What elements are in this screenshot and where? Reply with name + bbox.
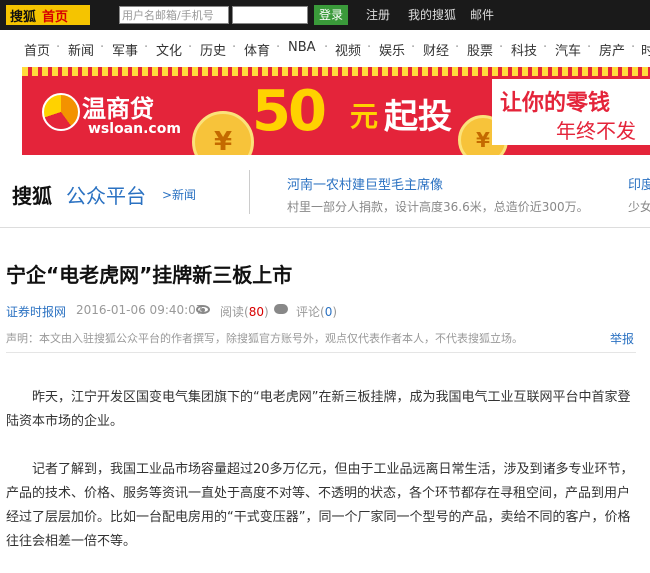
platform-brand[interactable]: 搜狐 xyxy=(12,180,52,209)
channel-item[interactable]: 视频 xyxy=(335,40,361,59)
banner-slogan-2: 年终不发 xyxy=(556,119,636,143)
comment-number: 0 xyxy=(324,305,333,319)
nav-separator: · xyxy=(232,40,237,55)
channel-item[interactable]: 股票 xyxy=(467,40,493,59)
channel-item[interactable]: 汽车 xyxy=(555,40,581,59)
channel-item[interactable]: 科技 xyxy=(511,40,537,59)
banner-unit: 元 xyxy=(350,100,379,133)
comment-icon xyxy=(274,304,288,314)
sohu-home-logo[interactable]: 搜狐 首页 xyxy=(6,5,90,25)
headline-link[interactable]: 河南一农村建巨型毛主席像 xyxy=(287,174,443,193)
ad-banner[interactable]: 温商贷 wsloan.com ¥ ¥ 50 元 起投 让你的零钱 年终不发 xyxy=(22,67,650,155)
section-link[interactable]: >新闻 xyxy=(162,186,196,203)
channel-item[interactable]: 体育 xyxy=(244,40,270,59)
channel-item[interactable]: 历史 xyxy=(200,40,226,59)
nav-separator: · xyxy=(499,40,504,55)
mail-link[interactable]: 邮件 xyxy=(470,0,494,30)
top-bar: 搜狐 首页 用户名邮箱/手机号 登录 注册 我的搜狐 邮件 xyxy=(0,0,650,30)
article-date: 2016-01-06 09:40:07 xyxy=(76,303,204,317)
article-title: 宁企“电老虎网”挂牌新三板上市 xyxy=(6,263,293,287)
coin-icon: ¥ xyxy=(192,111,254,155)
article-source[interactable]: 证券时报网 xyxy=(6,303,66,320)
sohu-brand[interactable]: 搜狐 xyxy=(6,6,36,25)
nav-separator: · xyxy=(56,40,61,55)
nav-separator: · xyxy=(631,40,636,55)
register-link[interactable]: 注册 xyxy=(366,0,390,30)
login-button[interactable]: 登录 xyxy=(314,5,348,25)
channel-item[interactable]: NBA xyxy=(288,40,316,55)
nav-separator: · xyxy=(367,40,372,55)
section-divider xyxy=(0,227,650,228)
banner-amount: 50 xyxy=(252,79,327,144)
platform-name[interactable]: 公众平台 xyxy=(66,180,146,209)
channel-item[interactable]: 首页 xyxy=(24,40,50,59)
channel-item[interactable]: 财经 xyxy=(423,40,449,59)
username-input[interactable]: 用户名邮箱/手机号 xyxy=(119,6,229,24)
banner-start: 起投 xyxy=(384,97,452,137)
read-number: 80 xyxy=(248,305,264,319)
password-input[interactable] xyxy=(232,6,308,24)
nav-separator: · xyxy=(100,40,105,55)
wsloan-logo-icon xyxy=(42,93,80,131)
header-divider xyxy=(249,170,250,214)
nav-separator: · xyxy=(587,40,592,55)
nav-separator: · xyxy=(324,40,329,55)
article-declaration: 声明：本文由入驻搜狐公众平台的作者撰写，除搜狐官方账号外，观点仅代表作者本人，不… xyxy=(6,332,523,345)
channel-item[interactable]: 房产 xyxy=(599,40,625,59)
nav-separator: · xyxy=(276,40,281,55)
headline-link[interactable]: 印度 xyxy=(628,174,650,193)
platform-header: 搜狐 公众平台 >新闻 河南一农村建巨型毛主席像 村里一部分人捐款，设计高度36… xyxy=(0,168,650,220)
channel-nav: 首页 · 新闻 · 军事 · 文化 · 历史 · 体育 · NBA · 视频 ·… xyxy=(0,36,650,60)
channel-item[interactable]: 文化 xyxy=(156,40,182,59)
channel-item[interactable]: 新闻 xyxy=(68,40,94,59)
nav-separator: · xyxy=(411,40,416,55)
nav-separator: · xyxy=(543,40,548,55)
read-count: 阅读(80) xyxy=(220,305,269,319)
report-link[interactable]: 举报 xyxy=(610,330,634,347)
headline-summary: 村里一部分人捐款，设计高度36.6米，总造价近300万。 xyxy=(287,200,589,214)
comment-label: 评论 xyxy=(296,305,321,319)
channel-item[interactable]: 军事 xyxy=(112,40,138,59)
comment-count[interactable]: 评论(0) xyxy=(296,303,337,320)
banner-site: wsloan.com xyxy=(88,121,181,137)
headline-summary: 少女 xyxy=(628,200,650,214)
read-label: 阅读 xyxy=(220,305,245,319)
banner-top-strip xyxy=(22,67,650,76)
nav-separator: · xyxy=(188,40,193,55)
banner-slogan-1: 让你的零钱 xyxy=(500,91,611,116)
declaration-divider xyxy=(6,352,636,353)
home-link[interactable]: 首页 xyxy=(36,6,68,25)
banner-brand-name: 温商贷 xyxy=(82,95,154,123)
channel-item[interactable]: 时 xyxy=(641,40,650,59)
article-paragraph: 记者了解到，我国工业品市场容量超过20多万亿元，但由于工业品远离日常生活，涉及到… xyxy=(6,462,634,549)
my-sohu-link[interactable]: 我的搜狐 xyxy=(408,0,456,30)
nav-separator: · xyxy=(144,40,149,55)
article-paragraph: 昨天，江宁开发区国变电气集团旗下的“电老虎网”在新三板挂牌，成为我国电气工业互联… xyxy=(6,390,631,429)
nav-separator: · xyxy=(455,40,460,55)
eye-icon xyxy=(196,305,210,314)
channel-item[interactable]: 娱乐 xyxy=(379,40,405,59)
